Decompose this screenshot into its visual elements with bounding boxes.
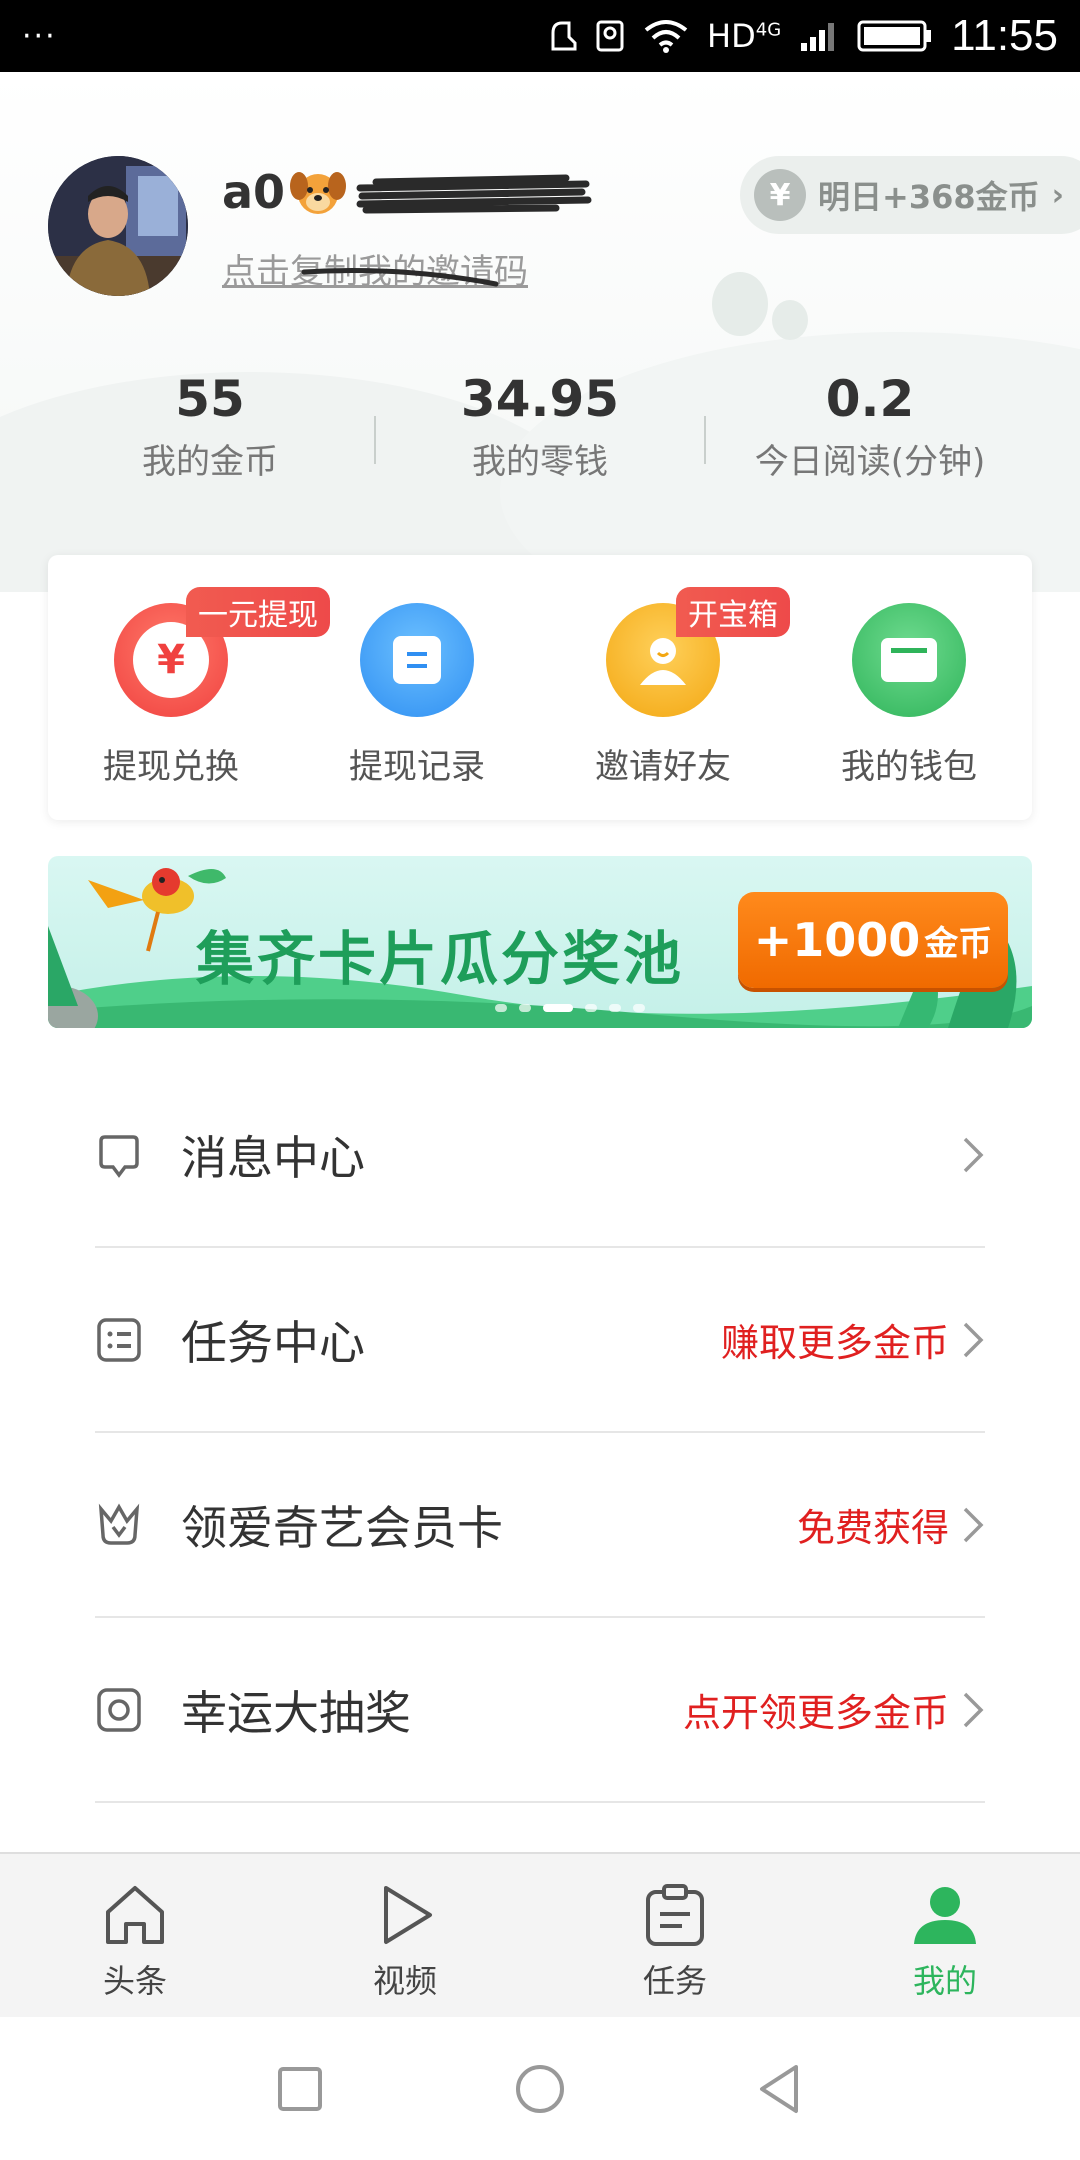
system-navigation-bar xyxy=(0,2017,1080,2160)
action-invite-badge: 开宝箱 xyxy=(676,587,790,637)
lottery-icon xyxy=(97,1687,141,1732)
notification-icon xyxy=(551,21,577,51)
tab-label: 视频 xyxy=(372,1962,437,2000)
action-invite-friends[interactable]: 邀请好友 开宝箱 xyxy=(540,555,790,820)
profile-icon xyxy=(914,1887,976,1944)
stats-row: 55 我的金币 34.95 我的零钱 0.2 今日阅读(分钟) xyxy=(0,370,1080,483)
message-icon xyxy=(99,1134,139,1178)
action-withdraw-label: 提现兑换 xyxy=(103,747,239,787)
menu-item-task-center[interactable]: 任务中心 赚取更多金币 xyxy=(95,1248,985,1433)
banner-dot[interactable] xyxy=(585,1004,597,1012)
status-time: 11:55 xyxy=(951,11,1058,60)
settings-menu: 消息中心 任务中心 赚取更多金币 领爱奇艺会员卡 免费获得 幸运大抽奖 点开领更… xyxy=(95,1063,985,1803)
menu-item-label: 消息中心 xyxy=(181,1130,365,1185)
wifi-icon xyxy=(644,20,688,53)
battery-icon xyxy=(857,20,932,52)
bottom-tab-bar: 头条 视频 任务 我的 xyxy=(0,1852,1080,2017)
tab-label: 头条 xyxy=(102,1962,167,2000)
banner-pagination xyxy=(48,1004,1032,1012)
stat-change-label: 我的零钱 xyxy=(472,442,608,482)
stat-coins-label: 我的金币 xyxy=(142,442,278,482)
yen-icon: ¥ xyxy=(754,169,806,221)
play-icon xyxy=(384,1886,432,1944)
stat-divider xyxy=(374,416,376,464)
action-invite-friends-label: 邀请好友 xyxy=(595,747,731,787)
menu-item-label: 领爱奇艺会员卡 xyxy=(181,1500,503,1555)
menu-item-iqiyi-vip[interactable]: 领爱奇艺会员卡 免费获得 xyxy=(95,1433,985,1618)
menu-item-message-center[interactable]: 消息中心 xyxy=(95,1063,985,1248)
action-withdraw-record-label: 提现记录 xyxy=(349,747,485,787)
signal-icon xyxy=(801,23,835,51)
menu-item-extra: 点开领更多金币 xyxy=(682,1691,949,1735)
wallet-icon xyxy=(852,603,966,717)
tab-headlines[interactable]: 头条 xyxy=(0,1854,270,2017)
dog-emoji-icon xyxy=(290,172,347,214)
tomorrow-reward-pill[interactable]: ¥ 明日+368金币 › xyxy=(740,156,1080,234)
tab-me[interactable]: 我的 xyxy=(810,1854,1080,2017)
banner-title: 集齐卡片瓜分奖池 xyxy=(196,925,685,993)
tab-tasks[interactable]: 任务 xyxy=(540,1854,810,2017)
photo-icon xyxy=(596,20,624,52)
chevron-right-icon xyxy=(963,1507,984,1542)
status-icons: HD4G 11:55 xyxy=(547,11,1058,61)
avatar[interactable] xyxy=(48,156,188,296)
action-my-wallet-label: 我的钱包 xyxy=(841,747,977,787)
recent-apps-icon[interactable] xyxy=(270,2059,330,2119)
username: a0 xyxy=(222,165,347,219)
quick-actions-card: ¥ 提现兑换 一元提现 提现记录 邀请好友 开宝箱 我的钱包 xyxy=(48,555,1032,820)
menu-item-label: 任务中心 xyxy=(181,1315,365,1370)
chevron-right-icon xyxy=(963,1692,984,1727)
stat-reading[interactable]: 0.2 今日阅读(分钟) xyxy=(705,370,1035,483)
banner-dot[interactable] xyxy=(609,1004,621,1012)
redacted-scribble-2 xyxy=(301,268,499,287)
task-list-icon xyxy=(97,1317,141,1362)
stat-change[interactable]: 34.95 我的零钱 xyxy=(375,370,705,483)
banner-dot[interactable] xyxy=(519,1004,531,1012)
menu-item-lucky-draw[interactable]: 幸运大抽奖 点开领更多金币 xyxy=(95,1618,985,1803)
menu-item-label: 幸运大抽奖 xyxy=(181,1685,411,1740)
chevron-right-icon xyxy=(963,1137,984,1172)
banner-dot-active[interactable] xyxy=(543,1004,573,1012)
action-my-wallet[interactable]: 我的钱包 xyxy=(786,555,1032,820)
banner-reward-button[interactable]: +1000 金币 xyxy=(738,892,1008,988)
profile-header-background xyxy=(0,72,1080,592)
action-withdraw[interactable]: ¥ 提现兑换 一元提现 xyxy=(48,555,330,820)
status-menu-dots: ··· xyxy=(22,18,57,54)
vip-crown-icon xyxy=(98,1502,140,1545)
home-icon xyxy=(106,1886,164,1944)
menu-item-extra: 免费获得 xyxy=(796,1506,949,1550)
action-withdraw-record[interactable]: 提现记录 xyxy=(294,555,540,820)
record-icon xyxy=(360,603,474,717)
tomorrow-reward-text: 明日+368金币 xyxy=(818,178,1040,216)
stat-coins-value: 55 xyxy=(175,370,245,428)
banner-dot[interactable] xyxy=(633,1004,645,1012)
menu-item-extra: 赚取更多金币 xyxy=(720,1321,949,1365)
clipboard-icon xyxy=(646,1884,704,1946)
back-icon[interactable] xyxy=(750,2059,810,2119)
redacted-scribble xyxy=(356,174,592,214)
stat-change-value: 34.95 xyxy=(460,370,620,428)
stat-coins[interactable]: 55 我的金币 xyxy=(45,370,375,483)
status-bar: ··· HD4G 11:55 xyxy=(0,0,1080,72)
tab-label: 任务 xyxy=(642,1962,707,2000)
promo-banner[interactable]: 集齐卡片瓜分奖池 +1000 金币 xyxy=(48,856,1032,1028)
banner-dot[interactable] xyxy=(495,1004,507,1012)
home-circle-icon[interactable] xyxy=(510,2059,570,2119)
chevron-right-icon xyxy=(963,1322,984,1357)
chevron-right-icon: › xyxy=(1051,177,1064,213)
stat-reading-label: 今日阅读(分钟) xyxy=(754,442,986,482)
tab-video[interactable]: 视频 xyxy=(270,1854,540,2017)
stat-reading-value: 0.2 xyxy=(825,370,915,428)
network-label: HD4G xyxy=(707,17,782,55)
tab-label: 我的 xyxy=(912,1962,977,2000)
avatar-photo xyxy=(48,156,188,296)
stat-divider xyxy=(704,416,706,464)
